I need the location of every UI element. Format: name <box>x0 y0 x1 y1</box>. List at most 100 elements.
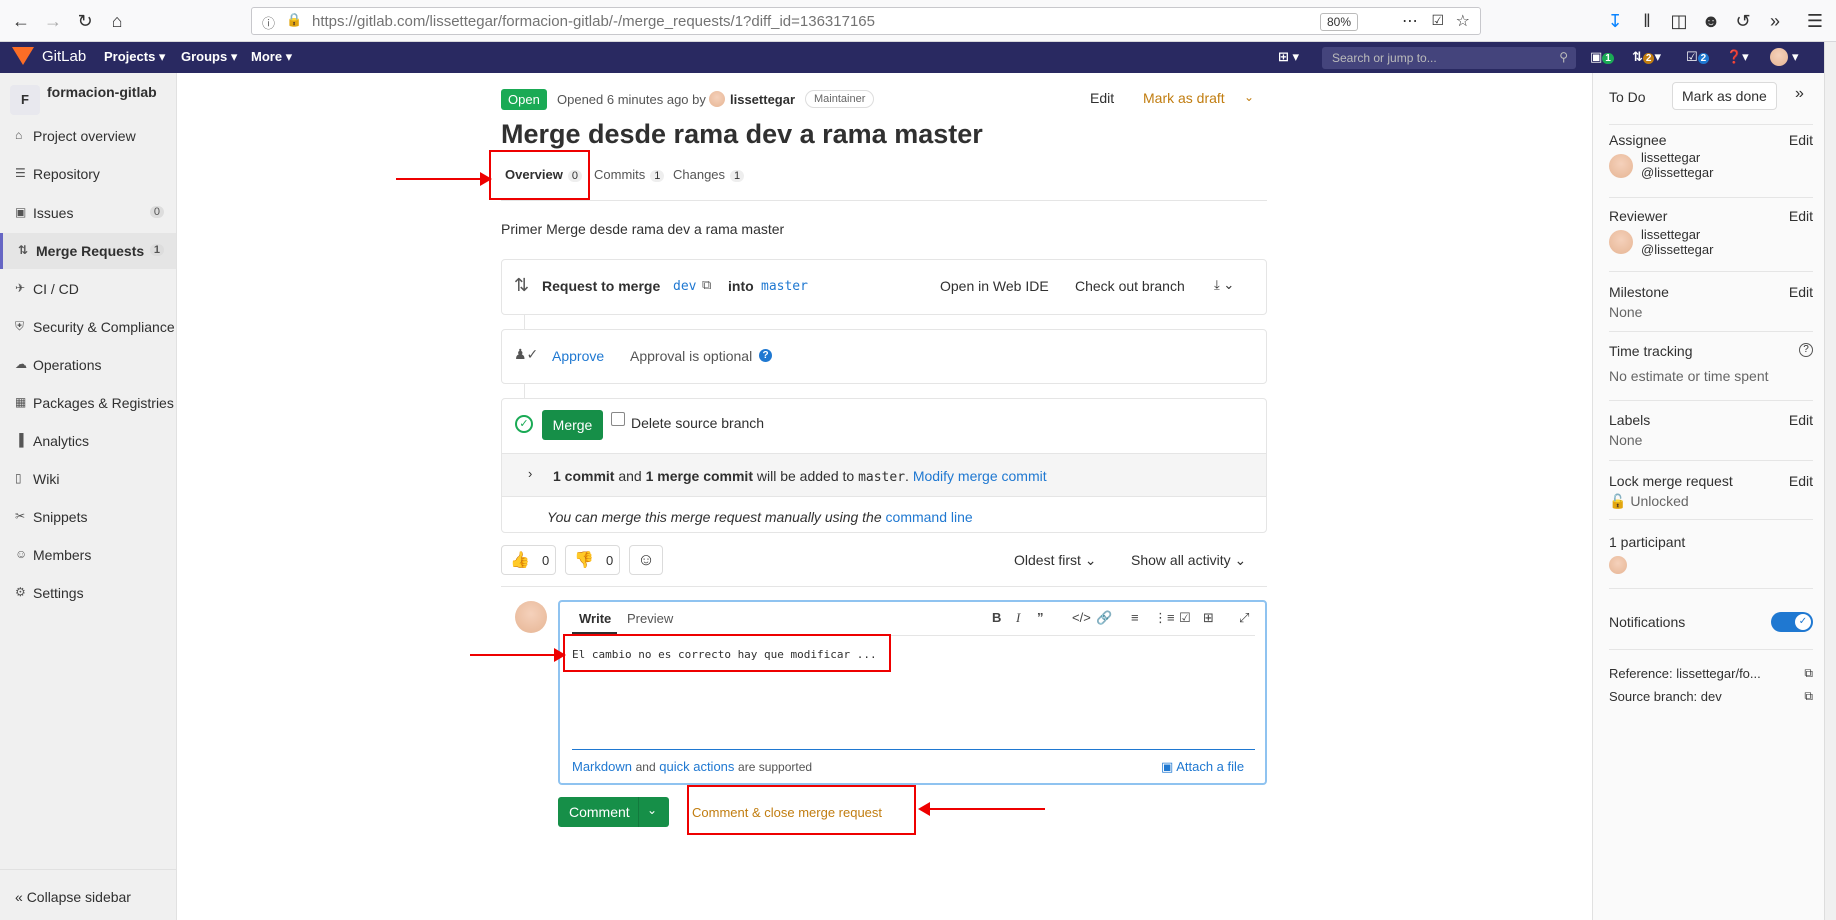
url-bar[interactable]: ⓘ 🔒 https://gitlab.com/lissettegar/forma… <box>251 7 1481 35</box>
approve-button[interactable]: Approve <box>552 348 604 364</box>
overflow-icon[interactable]: » <box>1764 10 1786 32</box>
download-icon[interactable]: ⤓ ⌄ <box>1214 277 1234 293</box>
chevron-right-icon[interactable]: › <box>528 466 532 481</box>
nav-more[interactable]: More ▾ <box>251 49 292 65</box>
info-icon[interactable]: ⓘ <box>262 13 275 32</box>
author-name[interactable]: lissettegar <box>730 92 795 107</box>
table-icon[interactable]: ⊞ <box>1203 610 1214 626</box>
task-list-icon[interactable]: ☑ <box>1179 610 1191 626</box>
page-scrollbar[interactable] <box>1824 42 1836 920</box>
sidebar-item-wiki[interactable]: ▯ Wiki <box>0 461 176 497</box>
quick-actions-link[interactable]: quick actions <box>659 759 734 774</box>
collapse-right-icon[interactable]: » <box>1795 85 1804 103</box>
participant-avatar[interactable] <box>1609 556 1627 574</box>
link-icon[interactable]: 🔗 <box>1096 610 1112 626</box>
commit-info-row[interactable]: › 1 commit and 1 merge commit will be ad… <box>502 453 1266 497</box>
tab-changes[interactable]: Changes 1 <box>673 167 745 182</box>
copy-icon[interactable]: ⧉ <box>1804 689 1813 704</box>
sidebar-item-operations[interactable]: ☁ Operations <box>0 347 176 383</box>
issues-badge[interactable]: ▣ 1 <box>1590 49 1614 65</box>
labels-edit-link[interactable]: Edit <box>1789 412 1813 428</box>
search-input[interactable]: Search or jump to... ⚲ <box>1322 47 1576 69</box>
tab-commits[interactable]: Commits 1 <box>594 167 665 182</box>
bookmark-star-icon[interactable]: ☆ <box>1456 11 1470 31</box>
collapse-sidebar-button[interactable]: « Collapse sidebar <box>15 889 131 905</box>
user-avatar[interactable] <box>1770 48 1788 66</box>
sort-dropdown[interactable]: Oldest first ⌄ <box>1014 552 1097 569</box>
home-icon[interactable]: ⌂ <box>106 10 128 32</box>
help-icon[interactable]: ❓▾ <box>1726 49 1749 65</box>
project-avatar[interactable]: F <box>10 85 40 115</box>
help-icon[interactable]: ? <box>1799 343 1813 357</box>
gitlab-logo-icon[interactable] <box>12 47 34 65</box>
italic-icon[interactable]: I <box>1016 610 1020 626</box>
current-user-avatar[interactable] <box>515 601 547 633</box>
assignee-edit-link[interactable]: Edit <box>1789 132 1813 148</box>
download-icon[interactable]: ↧ <box>1604 10 1626 32</box>
open-web-ide-button[interactable]: Open in Web IDE <box>940 278 1049 294</box>
copy-icon[interactable]: ⧉ <box>702 277 711 293</box>
sidebar-item-analytics[interactable]: ▐ Analytics <box>0 423 176 459</box>
todo-badge[interactable]: ☑ 2 <box>1686 49 1710 65</box>
sidebar-item-issues[interactable]: ▣ Issues 0 <box>0 195 176 231</box>
preview-tab[interactable]: Preview <box>627 611 673 626</box>
activity-filter-dropdown[interactable]: Show all activity ⌄ <box>1131 552 1246 569</box>
assignee-name[interactable]: lissettegar @lissettegar <box>1641 150 1713 180</box>
reviewer-edit-link[interactable]: Edit <box>1789 208 1813 224</box>
sidebar-item-security-compliance[interactable]: ⛨ Security & Compliance <box>0 309 176 345</box>
edit-button[interactable]: Edit <box>1090 90 1114 106</box>
pocket-icon[interactable]: ☑ <box>1431 12 1444 29</box>
delete-source-checkbox[interactable] <box>611 412 625 426</box>
author-avatar[interactable] <box>709 91 725 107</box>
attach-file-button[interactable]: ▣ Attach a file <box>1161 759 1244 775</box>
library-icon[interactable]: ‖ <box>1636 10 1658 32</box>
sidebar-item-ci-cd[interactable]: ✈ CI / CD <box>0 271 176 307</box>
code-icon[interactable]: </> <box>1072 610 1091 625</box>
comment-button[interactable]: Comment <box>569 804 630 820</box>
chevron-down-icon[interactable]: ⌄ <box>1244 90 1254 104</box>
forward-icon[interactable]: → <box>42 10 64 32</box>
zoom-level[interactable]: 80% <box>1319 13 1358 31</box>
markdown-link[interactable]: Markdown <box>572 759 632 774</box>
copy-icon[interactable]: ⧉ <box>1804 666 1813 681</box>
page-actions-icon[interactable]: ⋯ <box>1402 11 1418 31</box>
brand-name[interactable]: GitLab <box>42 48 86 65</box>
help-icon[interactable]: ? <box>759 349 772 362</box>
milestone-edit-link[interactable]: Edit <box>1789 284 1813 300</box>
comment-type-dropdown[interactable]: ⌄ <box>647 803 657 817</box>
project-name[interactable]: formacion-gitlab <box>47 83 157 101</box>
write-tab[interactable]: Write <box>579 611 611 626</box>
fullscreen-icon[interactable]: ⤢ <box>1239 610 1249 626</box>
nav-groups[interactable]: Groups ▾ <box>181 49 237 65</box>
sidebar-item-merge-requests[interactable]: ⇅ Merge Requests 1 <box>0 233 176 269</box>
lock-edit-link[interactable]: Edit <box>1789 473 1813 489</box>
reviewer-name[interactable]: lissettegar @lissettegar <box>1641 227 1713 257</box>
chevron-down-icon[interactable]: ▾ <box>1792 49 1799 65</box>
sidebar-item-settings[interactable]: ⚙ Settings <box>0 575 176 611</box>
mr-badge[interactable]: ⇅ 2 ▾ <box>1632 49 1661 65</box>
notifications-toggle[interactable]: ✓ <box>1771 612 1813 632</box>
source-branch-link[interactable]: dev <box>673 279 696 294</box>
command-line-link[interactable]: command line <box>886 509 973 525</box>
reload-icon[interactable]: ↻ <box>74 10 96 32</box>
add-reaction-button[interactable]: ☺ <box>629 545 663 575</box>
back-icon[interactable]: ← <box>10 10 32 32</box>
nav-projects[interactable]: Projects ▾ <box>104 49 165 65</box>
sidebar-item-packages-registries[interactable]: ▦ Packages & Registries <box>0 385 176 421</box>
account-icon[interactable]: ☻ <box>1700 10 1722 32</box>
target-branch-link[interactable]: master <box>761 279 808 294</box>
mark-done-button[interactable]: Mark as done <box>1672 82 1777 110</box>
new-item-icon[interactable]: ⊞ ▾ <box>1278 49 1299 65</box>
numbered-list-icon[interactable]: ⋮≡ <box>1154 610 1175 626</box>
quote-icon[interactable]: ” <box>1037 610 1044 625</box>
history-icon[interactable]: ↺ <box>1732 10 1754 32</box>
modify-commit-link[interactable]: Modify merge commit <box>913 468 1047 484</box>
sidebar-item-snippets[interactable]: ✂ Snippets <box>0 499 176 535</box>
sidebar-item-repository[interactable]: ☰ Repository <box>0 156 176 192</box>
thumbs-down-button[interactable]: 👎 0 <box>565 545 620 575</box>
bullet-list-icon[interactable]: ≡ <box>1131 610 1139 625</box>
sidebar-item-members[interactable]: ☺ Members <box>0 537 176 573</box>
assignee-avatar[interactable] <box>1609 154 1633 178</box>
thumbs-up-button[interactable]: 👍 0 <box>501 545 556 575</box>
bold-icon[interactable]: B <box>992 610 1001 625</box>
